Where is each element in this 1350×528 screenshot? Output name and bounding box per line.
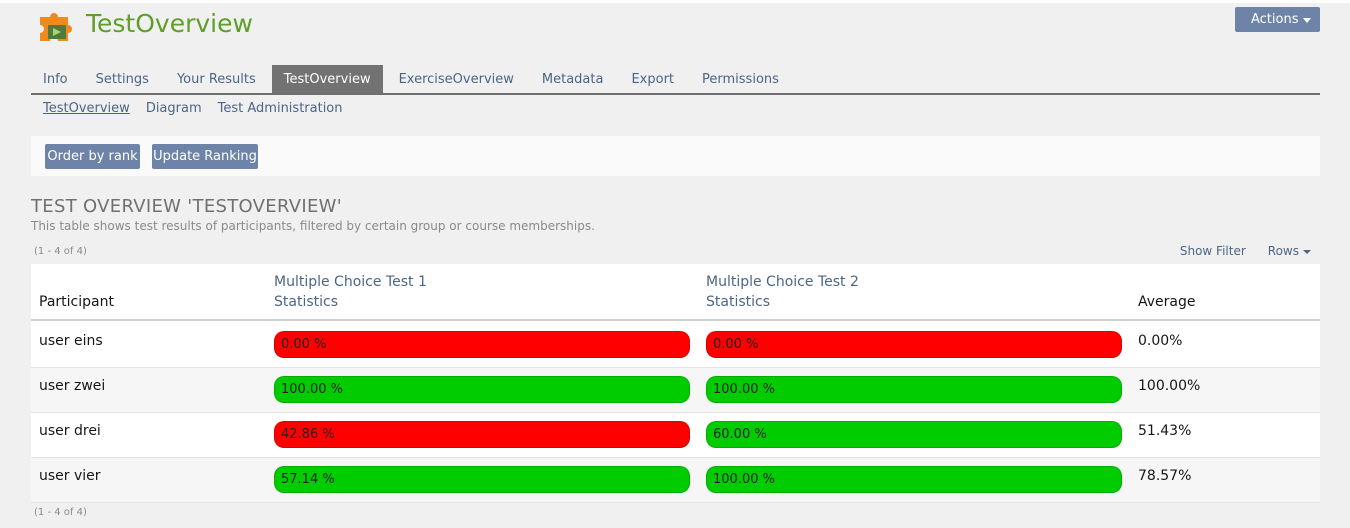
tab-export[interactable]: Export [619, 65, 686, 93]
caret-down-icon [1303, 18, 1311, 23]
test2-result-bar: 100.00 % [706, 376, 1122, 403]
section-title: TEST OVERVIEW 'TESTOVERVIEW' [31, 196, 343, 217]
test1-result-bar: 0.00 % [274, 331, 690, 358]
page-title: TestOverview [86, 9, 253, 38]
pagination-range-top: (1 - 4 of 4) [34, 246, 87, 257]
table-row: user zwei 100.00 % 100.00 % 100.00% [31, 368, 1320, 413]
puzzle-test-icon [40, 13, 72, 41]
participant-name: user eins [39, 333, 103, 349]
rows-dropdown[interactable]: Rows [1268, 244, 1311, 258]
table-header: Participant Multiple Choice Test 1 Stati… [31, 264, 1320, 321]
subtab-test-administration[interactable]: Test Administration [218, 101, 343, 116]
column-header-average[interactable]: Average [1138, 292, 1196, 312]
average-value: 78.57% [1138, 468, 1192, 484]
average-value: 100.00% [1138, 378, 1201, 394]
tab-exerciseoverview[interactable]: ExerciseOverview [387, 65, 526, 93]
tab-info[interactable]: Info [31, 65, 80, 93]
page: TestOverview Actions Info Settings Your … [0, 3, 1350, 528]
tab-testoverview[interactable]: TestOverview [271, 65, 383, 93]
test2-statistics-link[interactable]: Statistics [706, 292, 770, 312]
test1-result-bar: 42.86 % [274, 421, 690, 448]
toolbar: Order by rank Update Ranking [31, 136, 1320, 176]
test2-result-bar: 0.00 % [706, 331, 1122, 358]
test1-statistics-link[interactable]: Statistics [274, 292, 338, 312]
test2-result-bar: 100.00 % [706, 466, 1122, 493]
participant-name: user zwei [39, 378, 106, 394]
show-filter-link[interactable]: Show Filter [1180, 244, 1246, 258]
table-row: user eins 0.00 % 0.00 % 0.00% [31, 323, 1320, 368]
column-header-test2[interactable]: Multiple Choice Test 2 [706, 272, 859, 292]
actions-label: Actions [1251, 12, 1299, 27]
participant-name: user drei [39, 423, 101, 439]
section-description: This table shows test results of partici… [31, 219, 595, 233]
participant-name: user vier [39, 468, 101, 484]
results-table: Participant Multiple Choice Test 1 Stati… [31, 264, 1320, 503]
caret-down-icon [1303, 249, 1311, 254]
test2-result-bar: 60.00 % [706, 421, 1122, 448]
rows-label: Rows [1267, 244, 1299, 258]
tab-settings[interactable]: Settings [84, 65, 161, 93]
tab-permissions[interactable]: Permissions [690, 65, 791, 93]
actions-button[interactable]: Actions [1235, 7, 1320, 32]
column-header-test1[interactable]: Multiple Choice Test 1 [274, 272, 427, 292]
subtab-testoverview[interactable]: TestOverview [43, 101, 130, 116]
pagination-range-bottom: (1 - 4 of 4) [34, 507, 87, 518]
table-row: user vier 57.14 % 100.00 % 78.57% [31, 458, 1320, 503]
tab-metadata[interactable]: Metadata [530, 65, 616, 93]
sub-tabs: TestOverview Diagram Test Administration [43, 101, 343, 116]
update-ranking-button[interactable]: Update Ranking [152, 144, 258, 169]
main-tabs: Info Settings Your Results TestOverview … [31, 65, 1320, 95]
tab-your-results[interactable]: Your Results [165, 65, 268, 93]
table-row: user drei 42.86 % 60.00 % 51.43% [31, 413, 1320, 458]
test1-result-bar: 100.00 % [274, 376, 690, 403]
test1-result-bar: 57.14 % [274, 466, 690, 493]
column-header-participant[interactable]: Participant [39, 292, 114, 312]
subtab-diagram[interactable]: Diagram [146, 101, 202, 116]
table-controls: Show Filter Rows [1180, 244, 1311, 258]
order-by-rank-button[interactable]: Order by rank [45, 144, 140, 169]
average-value: 0.00% [1138, 333, 1183, 349]
average-value: 51.43% [1138, 423, 1192, 439]
